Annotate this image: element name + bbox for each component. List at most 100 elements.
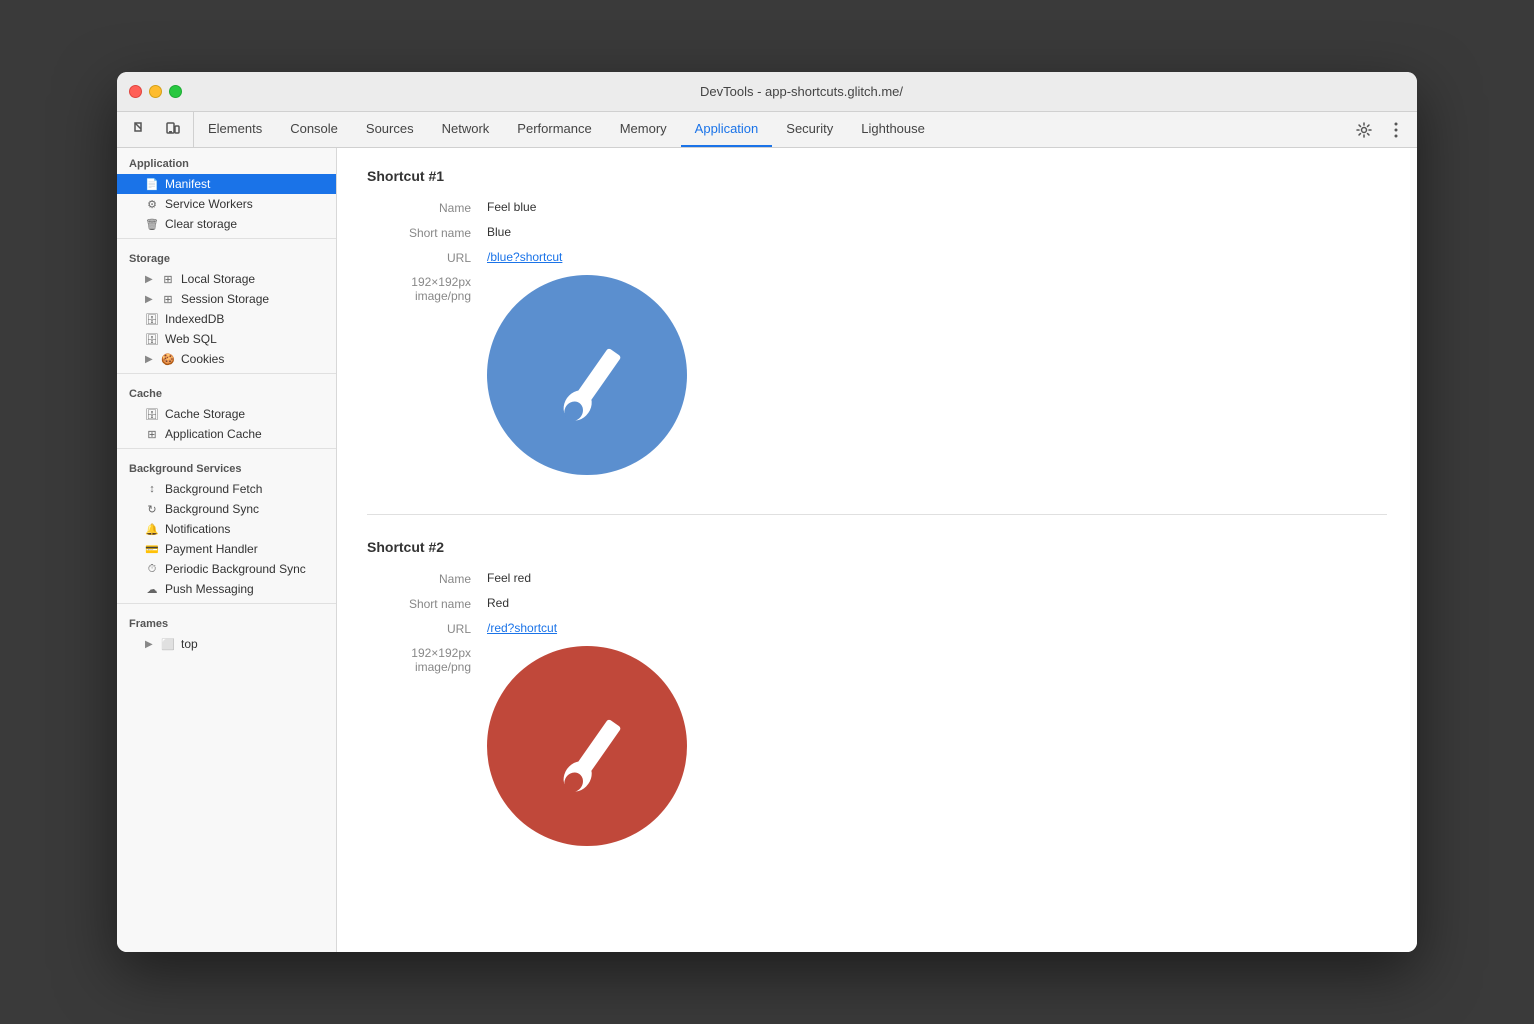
- sidebar-item-web-sql[interactable]: 🗄 Web SQL: [117, 329, 336, 349]
- sidebar-item-push-messaging[interactable]: ☁ Push Messaging: [117, 579, 336, 599]
- indexeddb-icon: 🗄: [145, 313, 159, 326]
- shortcut-2-name-row: Name Feel red: [367, 571, 1387, 586]
- sidebar-item-clear-storage-label: Clear storage: [165, 217, 237, 231]
- tab-security[interactable]: Security: [772, 112, 847, 147]
- title-bar: DevTools - app-shortcuts.glitch.me/: [117, 72, 1417, 112]
- service-workers-icon: ⚙: [145, 198, 159, 211]
- background-fetch-icon: ↕: [145, 483, 159, 495]
- sidebar-item-payment-handler[interactable]: 💳 Payment Handler: [117, 539, 336, 559]
- sidebar-item-application-cache-label: Application Cache: [165, 427, 262, 441]
- sidebar-item-background-sync-label: Background Sync: [165, 502, 259, 516]
- shortcut-1-image-preview: [487, 275, 687, 480]
- tab-elements[interactable]: Elements: [194, 112, 276, 147]
- sidebar-item-notifications-label: Notifications: [165, 522, 230, 536]
- shortcut-1-shortname-row: Short name Blue: [367, 225, 1387, 240]
- tab-performance[interactable]: Performance: [503, 112, 605, 147]
- expand-local-storage-icon: ▶: [145, 274, 155, 285]
- clear-storage-icon: 🗑: [145, 218, 159, 231]
- sidebar-item-background-fetch-label: Background Fetch: [165, 482, 262, 496]
- sidebar-item-background-fetch[interactable]: ↕ Background Fetch: [117, 479, 336, 499]
- sidebar-item-session-storage[interactable]: ▶ ⊞ Session Storage: [117, 289, 336, 309]
- sidebar-item-indexeddb-label: IndexedDB: [165, 312, 224, 326]
- shortcut-1-name-label: Name: [367, 200, 487, 215]
- section-title-frames: Frames: [117, 608, 336, 634]
- sidebar-item-cache-storage[interactable]: 🗄 Cache Storage: [117, 404, 336, 424]
- tab-lighthouse[interactable]: Lighthouse: [847, 112, 939, 147]
- shortcut-2-image-preview: [487, 646, 687, 851]
- shortcut-2-url-label: URL: [367, 621, 487, 636]
- tab-sources[interactable]: Sources: [352, 112, 428, 147]
- main-content: Shortcut #1 Name Feel blue Short name Bl…: [337, 148, 1417, 952]
- minimize-button[interactable]: [149, 85, 162, 98]
- tab-application[interactable]: Application: [681, 112, 773, 147]
- cookies-icon: 🍪: [161, 353, 175, 366]
- sidebar-item-notifications[interactable]: 🔔 Notifications: [117, 519, 336, 539]
- section-title-background-services: Background Services: [117, 453, 336, 479]
- shortcut-1-url-label: URL: [367, 250, 487, 265]
- shortcut-2-name-value: Feel red: [487, 571, 531, 585]
- shortcut-2-svg: [487, 646, 687, 846]
- session-storage-icon: ⊞: [161, 293, 175, 306]
- sidebar-item-indexeddb[interactable]: 🗄 IndexedDB: [117, 309, 336, 329]
- tab-console[interactable]: Console: [276, 112, 352, 147]
- shortcut-1-image-label-col: 192×192px image/png: [367, 275, 487, 303]
- more-options-icon[interactable]: [1383, 117, 1409, 143]
- sidebar-item-service-workers[interactable]: ⚙ Service Workers: [117, 194, 336, 214]
- section-title-cache: Cache: [117, 378, 336, 404]
- sidebar-item-cookies-label: Cookies: [181, 352, 224, 366]
- sidebar-item-periodic-background-sync[interactable]: ⏱ Periodic Background Sync: [117, 559, 336, 579]
- shortcut-1-name-row: Name Feel blue: [367, 200, 1387, 215]
- sidebar-item-top-label: top: [181, 637, 198, 651]
- expand-session-storage-icon: ▶: [145, 294, 155, 305]
- settings-icon[interactable]: [1351, 117, 1377, 143]
- sidebar-item-local-storage-label: Local Storage: [181, 272, 255, 286]
- shortcut-1-image-size: 192×192px: [367, 275, 471, 289]
- payment-handler-icon: 💳: [145, 543, 159, 556]
- shortcut-1-image-type: image/png: [367, 289, 471, 303]
- sidebar-item-session-storage-label: Session Storage: [181, 292, 269, 306]
- sidebar-item-clear-storage[interactable]: 🗑 Clear storage: [117, 214, 336, 234]
- shortcut-1-svg: [487, 275, 687, 475]
- local-storage-icon: ⊞: [161, 273, 175, 286]
- sidebar-item-cache-storage-label: Cache Storage: [165, 407, 245, 421]
- divider-2: [117, 373, 336, 374]
- shortcut-1-url-value[interactable]: /blue?shortcut: [487, 250, 562, 264]
- shortcut-1-image-row: 192×192px image/png: [367, 275, 1387, 480]
- divider-1: [117, 238, 336, 239]
- device-toggle-icon[interactable]: [159, 117, 185, 143]
- section-title-application: Application: [117, 148, 336, 174]
- shortcut-2-url-value[interactable]: /red?shortcut: [487, 621, 557, 635]
- sidebar-item-top[interactable]: ▶ ⬜ top: [117, 634, 336, 654]
- devtools-body: Application 📄 Manifest ⚙ Service Workers…: [117, 148, 1417, 952]
- tab-network[interactable]: Network: [428, 112, 504, 147]
- sidebar-item-local-storage[interactable]: ▶ ⊞ Local Storage: [117, 269, 336, 289]
- shortcut-1-shortname-value: Blue: [487, 225, 511, 239]
- application-cache-icon: ⊞: [145, 428, 159, 441]
- shortcut-2-image-size: 192×192px: [367, 646, 471, 660]
- sidebar-item-manifest[interactable]: 📄 Manifest: [117, 174, 336, 194]
- shortcut-2-image-label-col: 192×192px image/png: [367, 646, 487, 674]
- sidebar-item-web-sql-label: Web SQL: [165, 332, 217, 346]
- tab-memory[interactable]: Memory: [606, 112, 681, 147]
- sidebar-item-cookies[interactable]: ▶ 🍪 Cookies: [117, 349, 336, 369]
- notifications-icon: 🔔: [145, 523, 159, 536]
- shortcut-2-shortname-value: Red: [487, 596, 509, 610]
- toolbar-end: [1343, 112, 1417, 147]
- maximize-button[interactable]: [169, 85, 182, 98]
- background-sync-icon: ↻: [145, 503, 159, 516]
- shortcut-2-section: Shortcut #2 Name Feel red Short name Red…: [367, 539, 1387, 885]
- shortcut-2-url-row: URL /red?shortcut: [367, 621, 1387, 636]
- sidebar-item-periodic-background-sync-label: Periodic Background Sync: [165, 562, 306, 576]
- tab-list: Elements Console Sources Network Perform…: [194, 112, 939, 147]
- devtools-window: DevTools - app-shortcuts.glitch.me/ Elem…: [117, 72, 1417, 952]
- close-button[interactable]: [129, 85, 142, 98]
- sidebar: Application 📄 Manifest ⚙ Service Workers…: [117, 148, 337, 952]
- sidebar-item-background-sync[interactable]: ↻ Background Sync: [117, 499, 336, 519]
- divider-4: [117, 603, 336, 604]
- shortcut-1-name-value: Feel blue: [487, 200, 536, 214]
- sidebar-item-manifest-label: Manifest: [165, 177, 210, 191]
- web-sql-icon: 🗄: [145, 333, 159, 346]
- shortcut-1-shortname-label: Short name: [367, 225, 487, 240]
- sidebar-item-application-cache[interactable]: ⊞ Application Cache: [117, 424, 336, 444]
- inspect-icon[interactable]: [129, 117, 155, 143]
